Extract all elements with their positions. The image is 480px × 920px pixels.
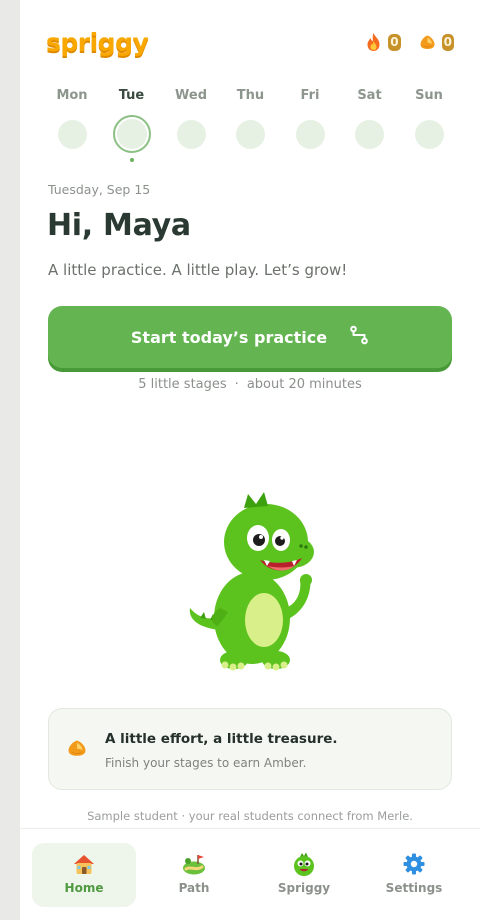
amber-stat[interactable]: 0 bbox=[419, 33, 454, 51]
bottom-nav: Home Path Spriggy Settings bbox=[20, 828, 480, 920]
amber-count: 0 bbox=[441, 33, 454, 51]
day-sat[interactable]: Sat bbox=[342, 88, 398, 162]
day-wed[interactable]: Wed bbox=[163, 88, 219, 162]
day-label: Thu bbox=[236, 88, 265, 103]
day-label: Wed bbox=[175, 88, 207, 103]
today-marker bbox=[129, 158, 134, 162]
gear-icon bbox=[401, 851, 427, 877]
amber-gem-icon bbox=[67, 739, 87, 761]
spriggy-icon bbox=[291, 851, 317, 877]
day-progress-circle bbox=[236, 120, 265, 149]
home-icon bbox=[71, 851, 97, 877]
day-tue[interactable]: Tue bbox=[104, 88, 160, 162]
nav-settings[interactable]: Settings bbox=[362, 843, 466, 907]
greeting-heading: Hi, Maya bbox=[47, 208, 191, 243]
day-label: Sun bbox=[415, 88, 443, 103]
nav-label: Home bbox=[64, 881, 104, 895]
nav-home[interactable]: Home bbox=[32, 843, 136, 907]
practice-summary: 5 little stages · about 20 minutes bbox=[48, 377, 452, 392]
flame-icon bbox=[365, 32, 382, 52]
week-strip: Mon Tue Wed Thu Fri Sat Sun bbox=[44, 88, 457, 162]
day-fri[interactable]: Fri bbox=[282, 88, 338, 162]
tagline: A little practice. A little play. Let’s … bbox=[48, 261, 348, 279]
nav-label: Spriggy bbox=[277, 881, 331, 895]
separator: · bbox=[234, 377, 239, 392]
nav-path[interactable]: Path bbox=[142, 843, 246, 907]
day-label: Tue bbox=[118, 88, 145, 103]
day-progress-circle bbox=[414, 120, 444, 149]
day-progress-circle bbox=[176, 120, 206, 149]
nav-label: Settings bbox=[385, 881, 443, 895]
day-sun[interactable]: Sun bbox=[401, 88, 457, 162]
day-progress-circle bbox=[57, 120, 87, 149]
streak-stat[interactable]: 0 bbox=[365, 32, 401, 52]
day-progress-circle bbox=[295, 120, 325, 149]
reward-title: A little effort, a little treasure. bbox=[105, 731, 338, 747]
day-thu[interactable]: Thu bbox=[223, 88, 279, 162]
nav-spriggy[interactable]: Spriggy bbox=[252, 843, 356, 907]
spriggy-dino-mascot bbox=[180, 480, 320, 675]
nav-label: Path bbox=[178, 881, 210, 895]
path-route-icon bbox=[349, 325, 369, 349]
day-label: Fri bbox=[300, 88, 320, 103]
app-logo: spriggy bbox=[46, 28, 149, 57]
duration: about 20 minutes bbox=[246, 377, 362, 392]
day-label: Sat bbox=[357, 88, 382, 103]
streak-count: 0 bbox=[388, 33, 401, 51]
start-practice-button[interactable]: Start today’s practice bbox=[48, 306, 452, 368]
current-date: Tuesday, Sep 15 bbox=[48, 182, 151, 197]
day-progress-circle bbox=[112, 115, 151, 153]
day-mon[interactable]: Mon bbox=[44, 88, 100, 162]
amber-gem-icon bbox=[419, 34, 436, 50]
stage-count: 5 little stages bbox=[138, 377, 227, 392]
app-screen: spriggy 0 0 Mon Tue Wed Thu Fri Sat Sun … bbox=[20, 0, 480, 920]
sample-student-note: Sample student · your real students conn… bbox=[87, 809, 413, 823]
start-practice-label: Start today’s practice bbox=[130, 327, 328, 347]
day-label: Mon bbox=[56, 88, 88, 103]
path-icon bbox=[181, 851, 207, 877]
day-progress-circle bbox=[355, 120, 384, 149]
reward-subtitle: Finish your stages to earn Amber. bbox=[105, 756, 307, 770]
reward-card: A little effort, a little treasure. Fini… bbox=[48, 708, 452, 790]
header-stats: 0 0 bbox=[365, 32, 454, 52]
